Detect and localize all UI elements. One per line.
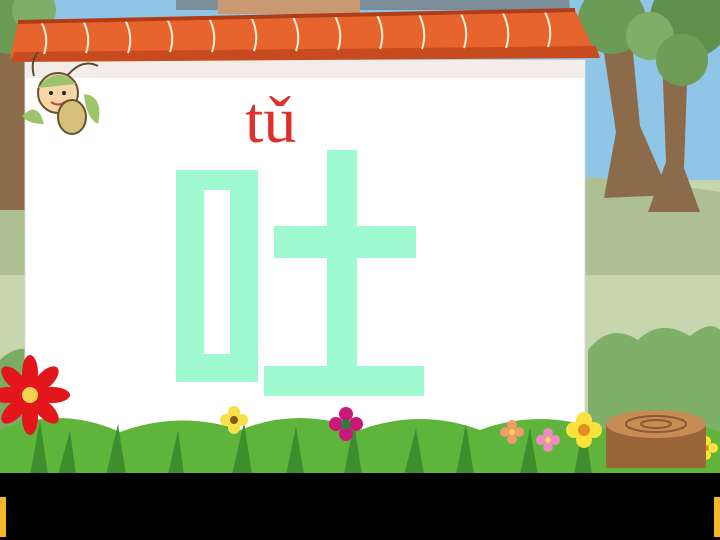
board-shadow: [25, 60, 585, 78]
tree-stump-icon: [606, 410, 706, 468]
background-scene: [0, 0, 720, 475]
right-edge-accent: [714, 497, 720, 537]
pinyin-label: tǔ: [245, 84, 297, 157]
slide: tǔ: [0, 0, 720, 540]
left-edge-accent: [0, 497, 6, 537]
bottom-bar: [0, 473, 720, 540]
